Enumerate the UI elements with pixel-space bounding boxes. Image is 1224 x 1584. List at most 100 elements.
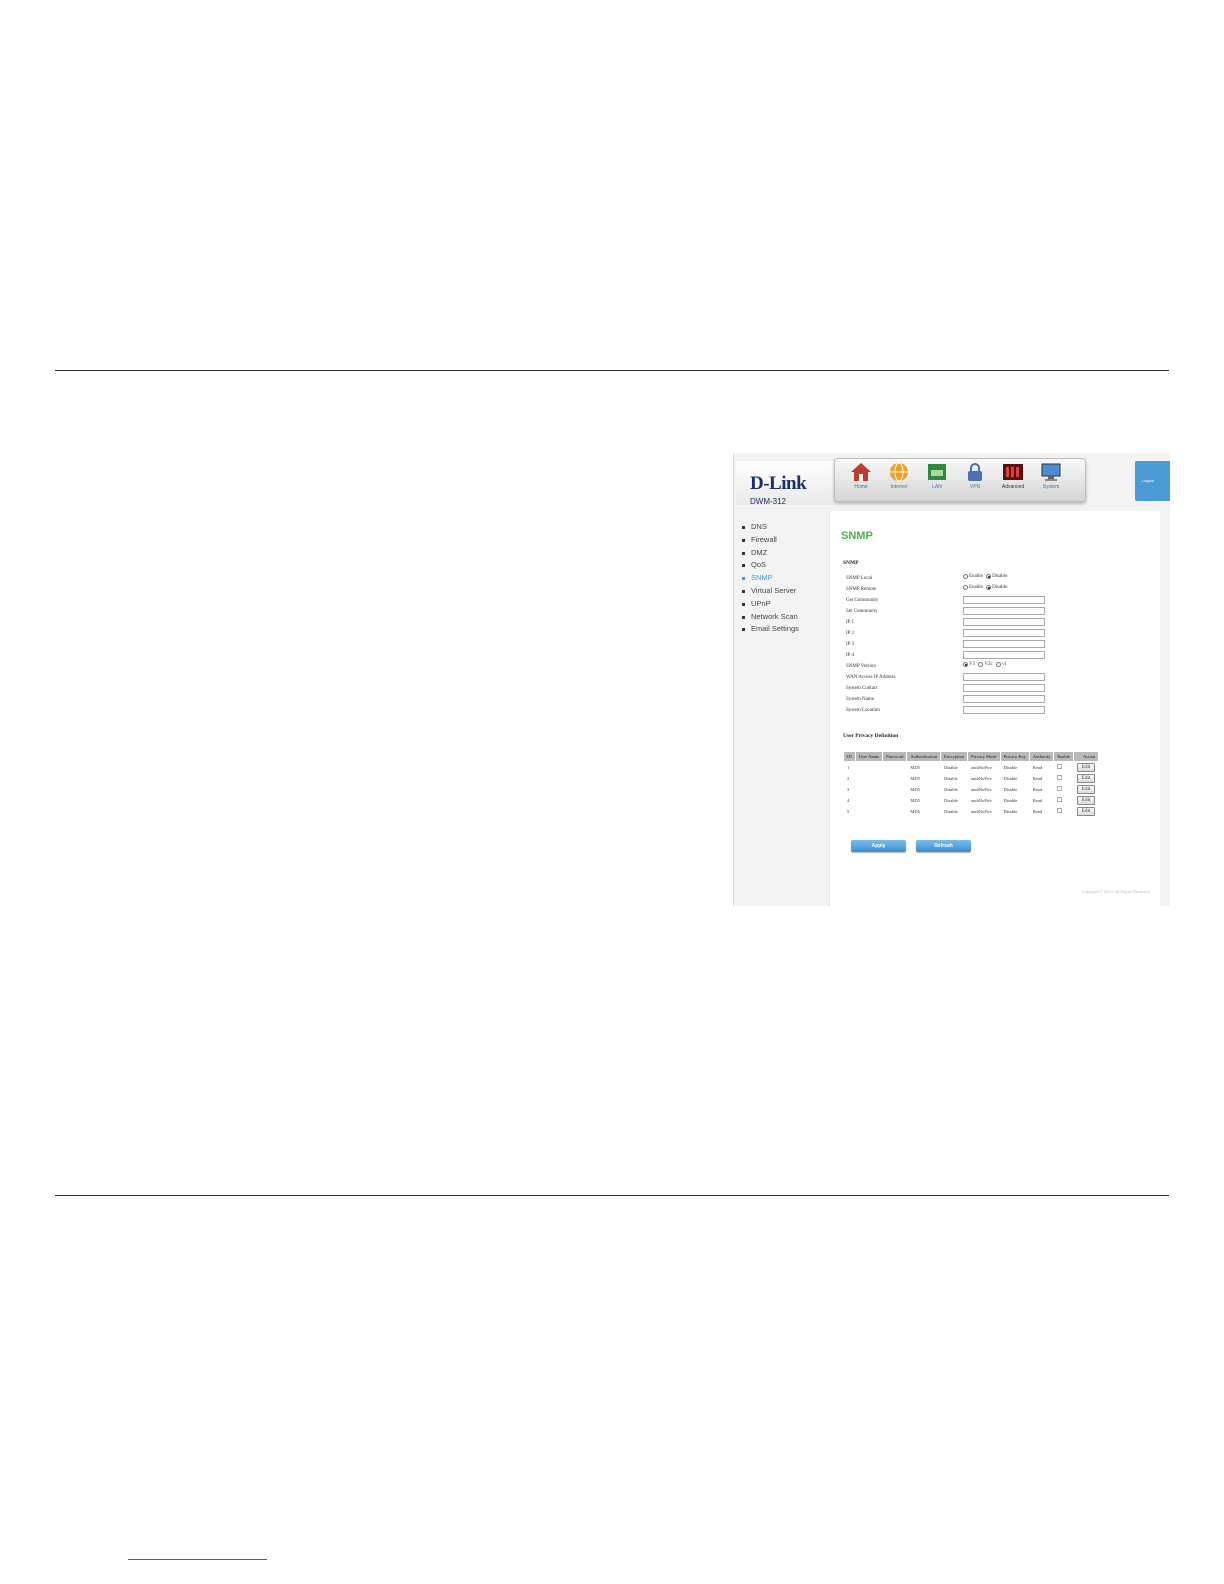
- ip2-input[interactable]: [963, 629, 1045, 637]
- edit-button[interactable]: Edit: [1076, 762, 1096, 772]
- snmp-remote-disable-radio[interactable]: [986, 585, 992, 590]
- advanced-icon: [1002, 462, 1024, 482]
- router-ui-screenshot: D-Link DWM-312 Home Internet LAN VPN Adv…: [733, 453, 1170, 906]
- sidebar-item-dns[interactable]: DNS: [742, 521, 799, 534]
- nav-lan[interactable]: LAN: [919, 462, 955, 490]
- refresh-button[interactable]: Refresh: [916, 840, 971, 852]
- enable-checkbox[interactable]: [1057, 797, 1063, 802]
- system-name-input[interactable]: [963, 695, 1045, 703]
- sidebar-item-dmz[interactable]: DMZ: [742, 547, 799, 560]
- sidebar-item-virtual-server[interactable]: Virtual Server: [742, 585, 799, 598]
- snmp-local-enable-radio[interactable]: [963, 574, 968, 579]
- radio-label: V3: [969, 662, 976, 667]
- cell-encryption: Disable: [944, 797, 958, 803]
- table-row: 3 MD5 Disable authNoPriv Disable Read Ed…: [844, 784, 1098, 794]
- cell-privacy-key: Disable: [1003, 786, 1018, 792]
- system-name-label: System Name: [846, 697, 874, 702]
- system-contact-row: System Contact: [846, 684, 1146, 694]
- logout-label: Logout: [1142, 478, 1155, 483]
- edit-button[interactable]: Edit: [1076, 806, 1096, 816]
- snmp-version-v1-radio[interactable]: [995, 662, 1001, 667]
- edit-button[interactable]: Edit: [1076, 795, 1096, 805]
- snmp-local-disable-radio[interactable]: [986, 574, 992, 579]
- section-title: SNMP: [843, 560, 859, 566]
- footer-link-underline[interactable]: [128, 1559, 267, 1560]
- ip3-row: IP 3: [846, 640, 1146, 650]
- radio-label: v1: [1001, 662, 1007, 667]
- ip4-input[interactable]: [963, 651, 1045, 659]
- sidebar-item-upnp[interactable]: UPnP: [742, 598, 799, 611]
- radio-label: Enable: [969, 574, 983, 579]
- cell-id: 4: [847, 797, 850, 803]
- logout-button[interactable]: Logout: [1135, 461, 1170, 501]
- col-header: Authority: [1029, 752, 1054, 761]
- lock-icon: [964, 462, 986, 482]
- edit-button[interactable]: Edit: [1076, 773, 1096, 783]
- col-header: Privacy Key: [1000, 752, 1029, 761]
- table-row: 2 MD5 Disable authNoPriv Disable Read Ed…: [844, 773, 1098, 783]
- apply-button[interactable]: Apply: [851, 840, 906, 852]
- radio-label: V2c: [984, 662, 993, 667]
- table-header-row: ID User Name Password Authentication Enc…: [844, 752, 1099, 761]
- cell-id: 1: [847, 764, 850, 770]
- enable-checkbox[interactable]: [1057, 808, 1063, 813]
- nav-system[interactable]: System: [1033, 462, 1069, 490]
- nav-label: LAN: [932, 484, 942, 490]
- nav-home[interactable]: Home: [843, 462, 879, 490]
- snmp-version-v3-radio[interactable]: [963, 662, 968, 667]
- sidebar-item-firewall[interactable]: Firewall: [742, 534, 799, 547]
- table-row: 1 MD5 Disable authNoPriv Disable Read Ed…: [844, 762, 1098, 772]
- set-community-input[interactable]: [963, 607, 1045, 615]
- cell-privacy-key: Disable: [1003, 764, 1018, 770]
- ip3-input[interactable]: [963, 640, 1045, 648]
- ip4-row: IP 4: [846, 651, 1146, 661]
- sidebar-item-snmp[interactable]: SNMP: [742, 572, 799, 585]
- sidebar-item-email-settings[interactable]: Email Settings: [742, 623, 799, 636]
- cell-encryption: Disable: [944, 786, 958, 792]
- enable-checkbox[interactable]: [1057, 775, 1063, 780]
- nav-label: Internet: [890, 484, 908, 490]
- nav-vpn[interactable]: VPN: [957, 462, 993, 490]
- ip1-input[interactable]: [963, 618, 1045, 626]
- wan-access-row: WAN Access IP Address: [846, 673, 1146, 683]
- wan-access-input[interactable]: [963, 673, 1045, 681]
- cell-encryption: Disable: [944, 775, 958, 781]
- brand-panel: D-Link DWM-312: [736, 461, 836, 506]
- system-location-input[interactable]: [963, 706, 1045, 714]
- ip1-label: IP 1: [846, 620, 855, 625]
- enable-checkbox[interactable]: [1057, 786, 1063, 791]
- top-navbar: Home Internet LAN VPN Advanced System: [834, 458, 1086, 502]
- col-header: User Name: [855, 752, 883, 761]
- nav-internet[interactable]: Internet: [881, 462, 917, 490]
- col-header: Enable: [1054, 752, 1073, 761]
- snmp-version-v2c-radio[interactable]: [978, 662, 984, 667]
- col-header: Password: [883, 752, 907, 761]
- cell-privacy-key: Disable: [1003, 797, 1018, 803]
- system-contact-input[interactable]: [963, 684, 1045, 692]
- snmp-remote-label: SNMP Remote: [846, 587, 877, 592]
- cell-privacy-mode: authNoPriv: [971, 797, 992, 803]
- cell-authority: Read: [1032, 764, 1043, 770]
- ip1-row: IP 1: [846, 618, 1146, 628]
- ip3-label: IP 3: [846, 642, 855, 647]
- get-community-label: Get Community: [846, 598, 879, 603]
- cell-authority: Read: [1032, 786, 1043, 792]
- wan-access-label: WAN Access IP Address: [846, 675, 896, 680]
- enable-checkbox[interactable]: [1057, 764, 1063, 769]
- cell-privacy-mode: authNoPriv: [971, 764, 992, 770]
- edit-button[interactable]: Edit: [1076, 784, 1096, 794]
- copyright: Copyright © 2013. All Rights Reserved: [1081, 889, 1150, 894]
- snmp-local-row: SNMP Local Enable Disable: [846, 574, 1146, 584]
- sidebar-item-qos[interactable]: QoS: [742, 559, 799, 572]
- get-community-input[interactable]: [963, 596, 1045, 604]
- nav-label: Advanced: [1001, 484, 1025, 490]
- nav-advanced[interactable]: Advanced: [995, 462, 1031, 490]
- system-location-row: System Location: [846, 706, 1146, 716]
- cell-id: 3: [847, 786, 850, 792]
- sidebar-item-network-scan[interactable]: Network Scan: [742, 611, 799, 624]
- top-rule: [55, 370, 1169, 371]
- get-community-row: Get Community: [846, 596, 1146, 606]
- cell-privacy-key: Disable: [1003, 775, 1018, 781]
- cell-auth: MD5: [910, 808, 920, 814]
- snmp-remote-enable-radio[interactable]: [963, 585, 968, 590]
